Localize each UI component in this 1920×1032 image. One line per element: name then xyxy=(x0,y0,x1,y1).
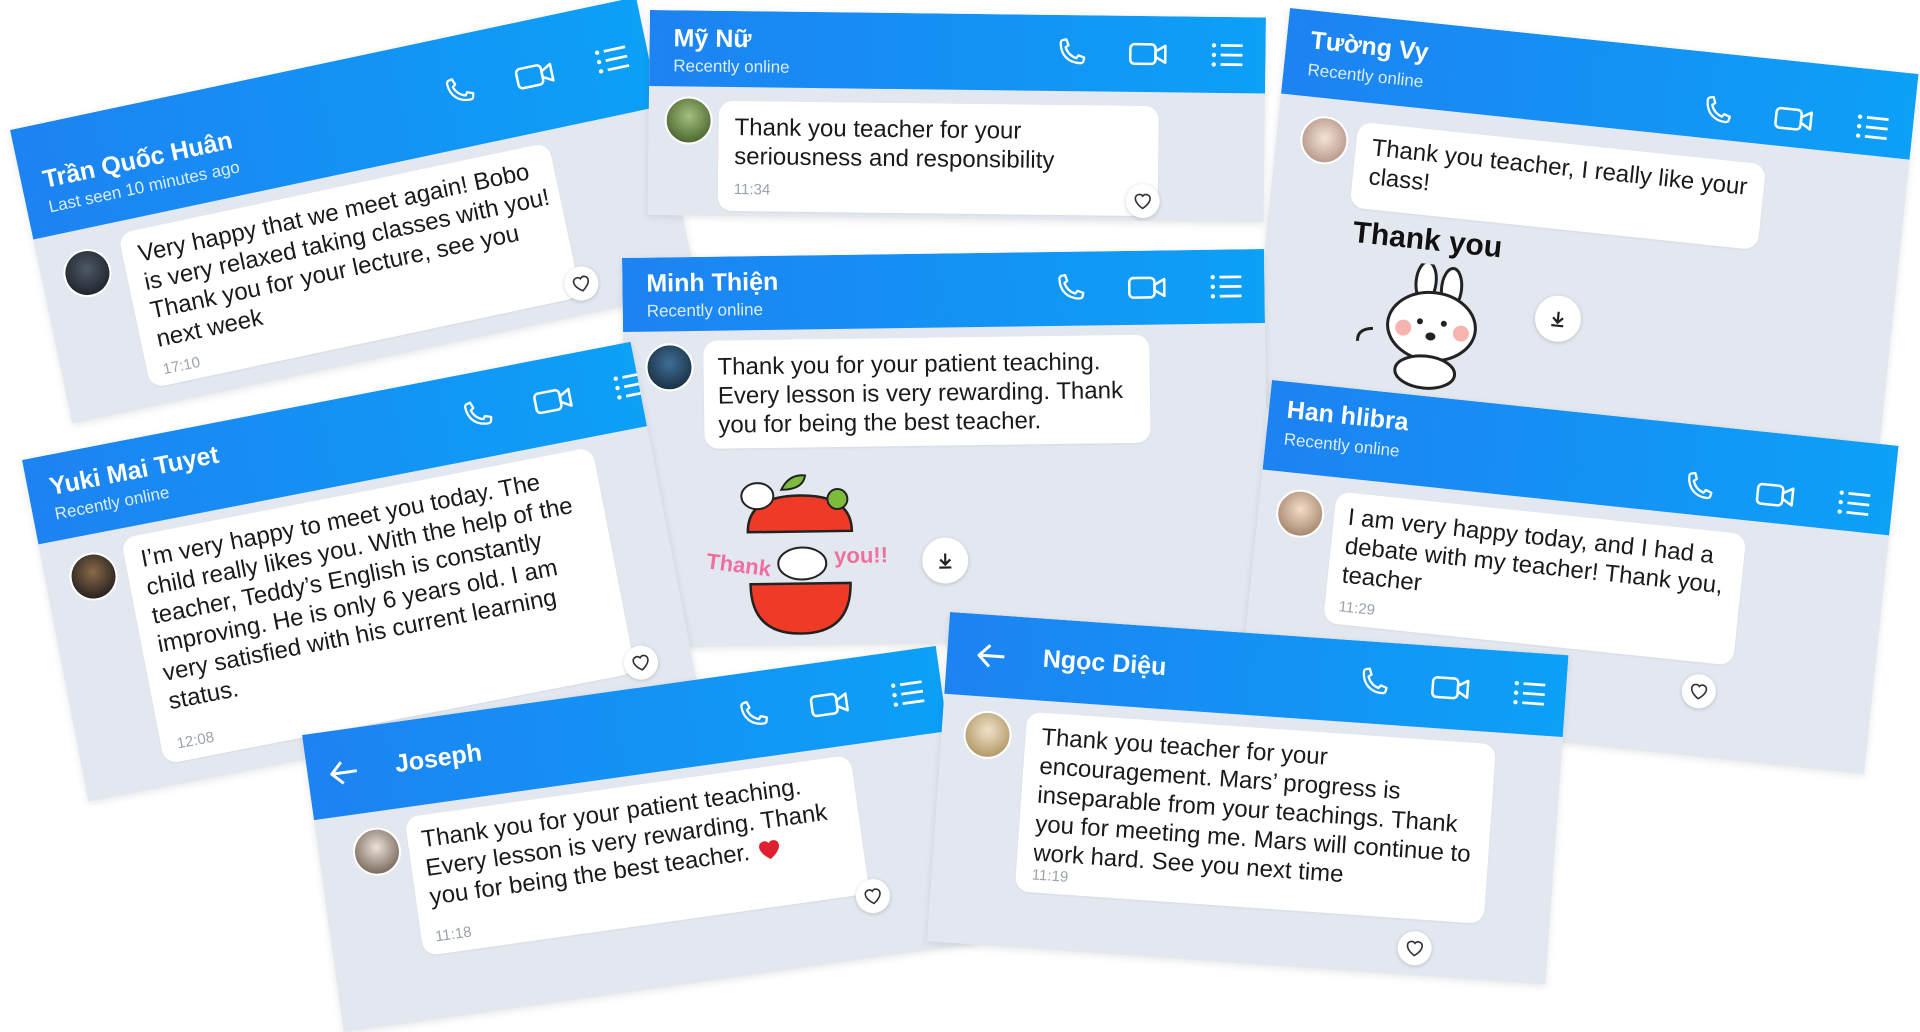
chat-header: Mỹ Nữ Recently online xyxy=(649,10,1266,94)
contact-name[interactable]: Joseph xyxy=(393,738,484,779)
back-arrow-icon[interactable] xyxy=(326,755,363,794)
download-button[interactable] xyxy=(1532,293,1584,344)
menu-list-icon[interactable] xyxy=(1835,487,1874,521)
video-camera-icon[interactable] xyxy=(530,380,578,421)
video-camera-icon[interactable] xyxy=(1126,270,1168,305)
message-bubble[interactable]: Thank you for your patient teaching. Eve… xyxy=(703,334,1151,449)
avatar[interactable] xyxy=(664,96,713,145)
phone-icon[interactable] xyxy=(439,72,479,112)
menu-list-icon[interactable] xyxy=(1209,40,1245,70)
heart-react-button[interactable] xyxy=(1125,183,1160,219)
heart-icon xyxy=(864,888,881,905)
message-text: Thank you teacher, I really like your cl… xyxy=(1367,134,1749,201)
video-camera-icon[interactable] xyxy=(1127,37,1169,72)
avatar[interactable] xyxy=(645,343,694,392)
message-text: I am very happy today, and I had a debat… xyxy=(1340,503,1725,600)
phone-icon[interactable] xyxy=(457,395,497,435)
red-heart-emoji-icon xyxy=(758,840,779,860)
heart-icon xyxy=(632,654,649,671)
phone-icon[interactable] xyxy=(1679,468,1716,505)
chat-card-ngoc-dieu: Ngọc Diệu Thank you teacher for your enc… xyxy=(926,612,1569,985)
menu-list-icon[interactable] xyxy=(1208,271,1244,301)
video-camera-icon[interactable] xyxy=(511,55,559,97)
heart-icon xyxy=(1134,193,1151,210)
message-bubble[interactable]: I am very happy today, and I had a debat… xyxy=(1322,491,1747,666)
message-bubble[interactable]: Thank you teacher for your encouragement… xyxy=(1014,711,1497,924)
video-camera-icon[interactable] xyxy=(1753,476,1798,514)
avatar[interactable] xyxy=(65,548,122,605)
phone-icon[interactable] xyxy=(1698,92,1735,129)
avatar[interactable] xyxy=(1273,487,1327,541)
chat-header: Minh Thiện Recently online xyxy=(622,249,1265,332)
message-time: 12:08 xyxy=(175,728,216,753)
back-arrow-icon[interactable] xyxy=(974,640,1008,677)
contact-name[interactable]: Mỹ Nữ xyxy=(673,24,751,54)
menu-list-icon[interactable] xyxy=(1511,677,1549,709)
message-time: 17:10 xyxy=(161,353,202,379)
download-button[interactable] xyxy=(921,537,969,584)
message-time: 11:29 xyxy=(1337,598,1376,619)
download-icon xyxy=(1551,311,1564,328)
contact-status: Recently online xyxy=(646,300,764,321)
avatar[interactable] xyxy=(58,244,116,302)
heart-icon xyxy=(1406,940,1424,957)
message-text: Thank you teacher for your encouragement… xyxy=(1032,723,1472,889)
avatar[interactable] xyxy=(961,709,1014,761)
download-icon xyxy=(939,553,952,569)
heart-react-button[interactable] xyxy=(1396,930,1433,967)
heart-react-button[interactable] xyxy=(1680,672,1718,711)
menu-list-icon[interactable] xyxy=(592,41,633,78)
message-time: 11:19 xyxy=(1031,866,1069,886)
heart-icon xyxy=(572,275,590,292)
avatar[interactable] xyxy=(349,824,405,879)
chat-card-minh-thien: Minh Thiện Recently online Thank you for… xyxy=(622,249,1270,648)
chat-card-my-nu: Mỹ Nữ Recently online Thank you teacher … xyxy=(647,10,1266,223)
video-camera-icon[interactable] xyxy=(807,684,853,724)
menu-list-icon[interactable] xyxy=(1853,111,1892,145)
contact-status: Recently online xyxy=(673,56,790,77)
message-time: 11:18 xyxy=(434,923,473,946)
video-camera-icon[interactable] xyxy=(1771,100,1816,138)
bunny-sticker[interactable] xyxy=(1337,256,1500,401)
contact-name[interactable]: Ngọc Diệu xyxy=(1042,645,1167,683)
contact-name[interactable]: Minh Thiện xyxy=(646,268,778,299)
message-time: 11:34 xyxy=(733,181,771,199)
message-bubble[interactable]: Thank you teacher for your seriousness a… xyxy=(717,100,1159,217)
heart-icon xyxy=(1690,683,1708,700)
phone-icon[interactable] xyxy=(733,696,771,734)
message-text: Thank you for your patient teaching. Eve… xyxy=(717,348,1124,439)
avatar[interactable] xyxy=(1297,113,1351,167)
phone-icon[interactable] xyxy=(1052,272,1086,306)
video-camera-icon[interactable] xyxy=(1429,670,1473,707)
sticker-you-text: you!! xyxy=(834,542,889,569)
menu-list-icon[interactable] xyxy=(888,676,928,711)
phone-icon[interactable] xyxy=(1053,36,1087,70)
message-text: Thank you teacher for your seriousness a… xyxy=(734,114,1055,174)
phone-icon[interactable] xyxy=(1355,665,1391,701)
